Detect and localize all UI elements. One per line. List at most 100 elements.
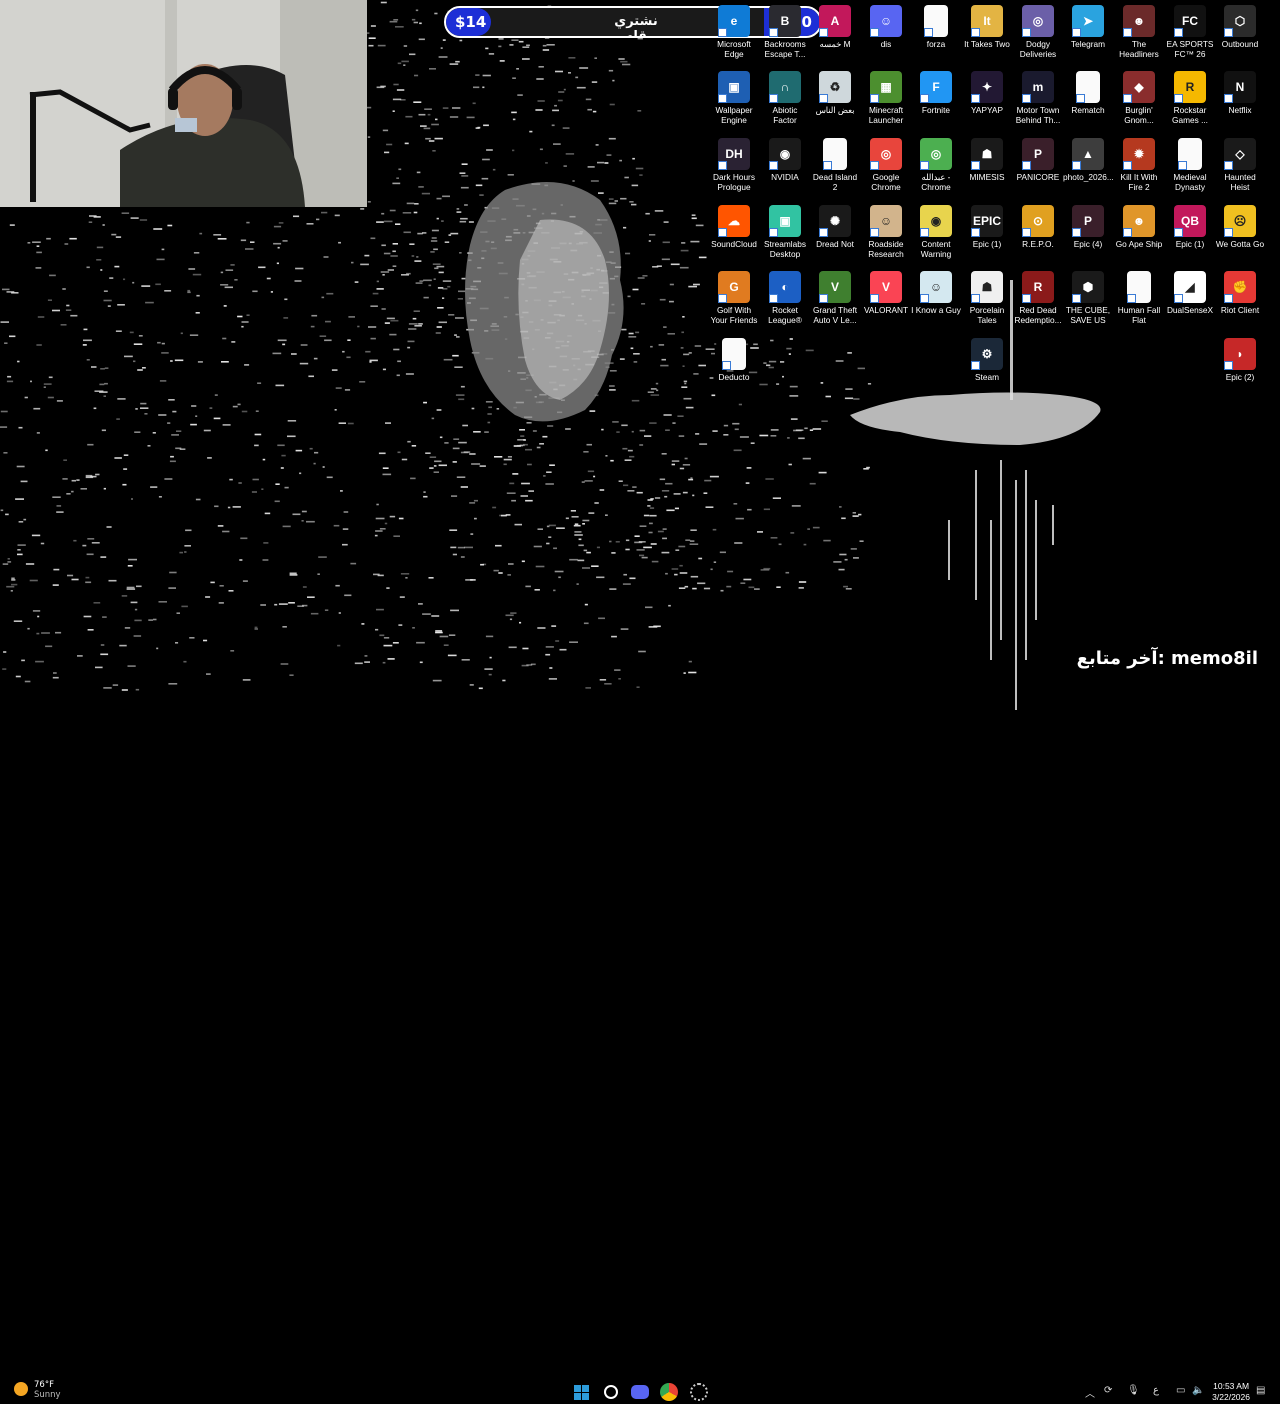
- desktop-icon[interactable]: ➤ Telegram: [1063, 5, 1113, 49]
- microphone-icon[interactable]: 🎙: [1127, 1385, 1140, 1396]
- network-icon[interactable]: ▭: [1176, 1385, 1185, 1396]
- desktop-icon[interactable]: B Backrooms Escape T...: [760, 5, 810, 59]
- icon-glyph: ⬢: [1082, 280, 1094, 294]
- sand-speck: [250, 241, 255, 243]
- volume-icon[interactable]: 🔈: [1192, 1385, 1204, 1396]
- taskbar-discord[interactable]: [628, 1380, 652, 1404]
- desktop-icon[interactable]: EPIC Epic (1): [962, 205, 1012, 249]
- icon-glyph: G: [729, 280, 739, 294]
- desktop-icon[interactable]: ✺ Dread Not: [810, 205, 860, 249]
- desktop-icon[interactable]: ◇ Haunted Heist: [1215, 138, 1265, 192]
- desktop-icon[interactable]: ☗ Porcelain Tales: [962, 271, 1012, 325]
- desktop-icon[interactable]: ▦ Minecraft Launcher: [861, 71, 911, 125]
- icon-glyph: ◐: [781, 280, 789, 294]
- desktop-icon[interactable]: P Epic (4): [1063, 205, 1113, 249]
- sand-speck: [654, 210, 664, 212]
- desktop-icon[interactable]: Medieval Dynasty: [1165, 138, 1215, 192]
- desktop-icon[interactable]: ▣ Wallpaper Engine: [709, 71, 759, 125]
- desktop-icon[interactable]: P PANICORE: [1013, 138, 1063, 182]
- desktop-icon[interactable]: V Grand Theft Auto V Le...: [810, 271, 860, 325]
- desktop-icon[interactable]: ◗ Epic (2): [1215, 338, 1265, 382]
- sand-speck: [704, 479, 712, 482]
- desktop-icon[interactable]: ☹ We Gotta Go: [1215, 205, 1265, 249]
- sand-speck: [642, 275, 648, 277]
- sand-speck: [420, 125, 427, 127]
- sand-speck: [181, 605, 188, 608]
- sync-icon[interactable]: ⟳: [1104, 1385, 1112, 1396]
- desktop-icon[interactable]: ♻ بعض الناس: [810, 71, 860, 115]
- desktop-icon[interactable]: e Microsoft Edge: [709, 5, 759, 59]
- sand-speck: [460, 385, 465, 388]
- sand-speck: [27, 242, 31, 244]
- notification-icon[interactable]: ▤: [1256, 1385, 1265, 1396]
- sand-speck: [254, 433, 262, 436]
- input-language[interactable]: ع: [1153, 1385, 1159, 1396]
- desktop-icon[interactable]: ☻ The Headliners: [1114, 5, 1164, 59]
- desktop-icon[interactable]: F Fortnite: [911, 71, 961, 115]
- sand-speck: [436, 326, 442, 328]
- start-button[interactable]: [569, 1380, 593, 1404]
- desktop-icon[interactable]: ◐ Rocket League®: [760, 271, 810, 325]
- desktop-icon[interactable]: FC EA SPORTS FC™ 26: [1165, 5, 1215, 59]
- desktop-icon[interactable]: ☗ MIMESIS: [962, 138, 1012, 182]
- desktop-icon[interactable]: ✊ Riot Client: [1215, 271, 1265, 315]
- desktop-icon[interactable]: ◎ Google Chrome: [861, 138, 911, 192]
- desktop-icon[interactable]: ▣ Streamlabs Desktop: [760, 205, 810, 259]
- desktop-icon[interactable]: ◉ NVIDIA: [760, 138, 810, 182]
- sand-speck: [506, 492, 516, 494]
- desktop-icon[interactable]: It It Takes Two: [962, 5, 1012, 49]
- desktop-icon[interactable]: ◆ Burglin' Gnom...: [1114, 71, 1164, 125]
- chevron-up-icon[interactable]: ︿: [1085, 1385, 1095, 1400]
- desktop-icon[interactable]: Rematch: [1063, 71, 1113, 115]
- desktop-icon[interactable]: N Netflix: [1215, 71, 1265, 115]
- sand-speck: [393, 19, 399, 21]
- desktop-icon[interactable]: Dead Island 2: [810, 138, 860, 192]
- sand-speck: [857, 367, 865, 370]
- desktop-icon[interactable]: ▲ photo_2026...: [1063, 138, 1113, 182]
- desktop-icon[interactable]: DH Dark Hours Prologue: [709, 138, 759, 192]
- sand-speck: [251, 491, 257, 493]
- desktop-icon-label: عبدالله - Chrome: [921, 172, 951, 192]
- search-button[interactable]: [599, 1380, 623, 1404]
- sand-speck: [144, 413, 148, 415]
- desktop-icon[interactable]: R Rockstar Games ...: [1165, 71, 1215, 125]
- desktop-icon[interactable]: ⚙ Steam: [962, 338, 1012, 382]
- sand-speck: [493, 569, 499, 572]
- desktop-icon[interactable]: ☺ Roadside Research: [861, 205, 911, 259]
- desktop-icon[interactable]: G Golf With Your Friends: [709, 271, 759, 325]
- desktop-icon[interactable]: ✹ Kill It With Fire 2: [1114, 138, 1164, 192]
- desktop-icon[interactable]: ✦ YAPYAP: [962, 71, 1012, 115]
- desktop-icon[interactable]: forza: [911, 5, 961, 49]
- desktop-icon[interactable]: A خمسه M: [810, 5, 860, 49]
- desktop-icon[interactable]: ☺ dis: [861, 5, 911, 49]
- desktop-icon[interactable]: ☻ Go Ape Ship: [1114, 205, 1164, 249]
- desktop-icon[interactable]: ◎ Dodgy Deliveries: [1013, 5, 1063, 59]
- sand-speck: [47, 299, 52, 301]
- desktop-icon[interactable]: ⊙ R.E.P.O.: [1013, 205, 1063, 249]
- desktop-icon[interactable]: ◎ عبدالله - Chrome: [911, 138, 961, 192]
- clock[interactable]: 10:53 AM 3/22/2026: [1212, 1381, 1250, 1403]
- desktop-icon[interactable]: R Red Dead Redemptio...: [1013, 271, 1063, 325]
- desktop-icon[interactable]: ◉ Content Warning: [911, 205, 961, 259]
- desktop-icon[interactable]: ☺ I Know a Guy: [911, 271, 961, 315]
- desktop-icon[interactable]: Human Fall Flat: [1114, 271, 1164, 325]
- desktop-icon[interactable]: ∩ Abiotic Factor: [760, 71, 810, 125]
- desktop-icon[interactable]: ⬡ Outbound: [1215, 5, 1265, 49]
- desktop-icon[interactable]: QB Epic (1): [1165, 205, 1215, 249]
- sand-speck: [100, 653, 109, 656]
- desktop-icon[interactable]: V VALORANT: [861, 271, 911, 315]
- sand-speck: [115, 330, 122, 332]
- sand-speck: [405, 373, 414, 375]
- taskbar-chrome[interactable]: [657, 1380, 681, 1404]
- desktop-icon[interactable]: ⬢ THE CUBE, SAVE US: [1063, 271, 1113, 325]
- taskbar-app-circle[interactable]: [687, 1380, 711, 1404]
- sand-speck: [276, 262, 279, 265]
- desktop-icon[interactable]: m Motor Town Behind Th...: [1013, 71, 1063, 125]
- sand-speck: [619, 159, 622, 162]
- desktop-icon[interactable]: ◢ DualSenseX: [1165, 271, 1215, 315]
- sand-speck: [663, 414, 672, 416]
- desktop-icon[interactable]: ☁ SoundCloud: [709, 205, 759, 249]
- sand-speck: [45, 449, 48, 452]
- sand-speck: [496, 408, 500, 410]
- desktop-icon[interactable]: Deducto: [709, 338, 759, 382]
